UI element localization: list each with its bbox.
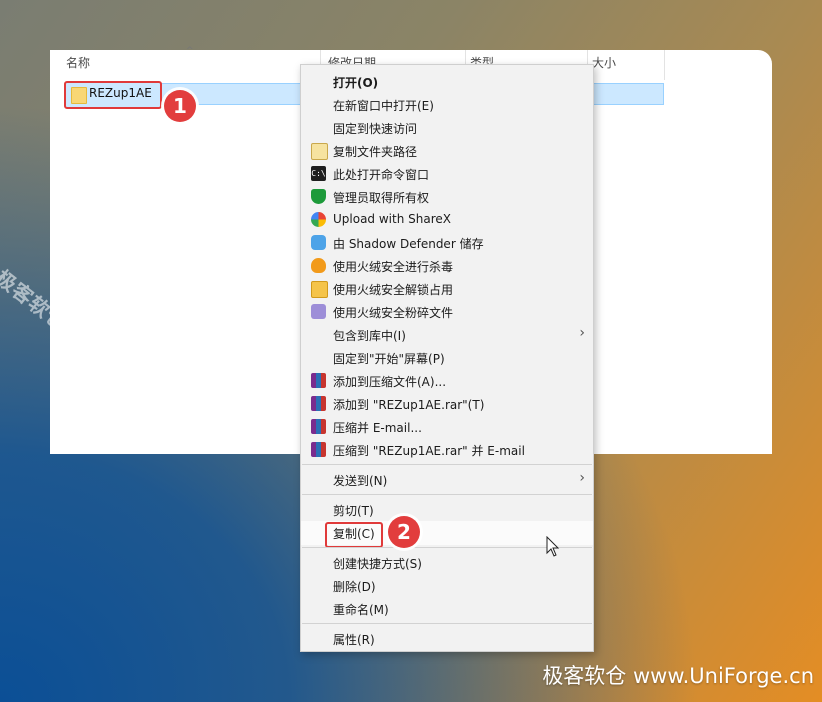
menu-item-cut[interactable]: 剪切(T) (301, 498, 593, 521)
menu-item-label: 包含到库中(I) (333, 329, 406, 343)
shield-icon (311, 189, 326, 204)
chevron-right-icon: › (579, 325, 585, 341)
menu-item-label: 压缩并 E-mail... (333, 421, 422, 435)
folder-name: REZup1AE (89, 86, 152, 100)
menu-separator (302, 464, 592, 465)
menu-separator (302, 623, 592, 624)
menu-item-label: 打开(O) (333, 76, 379, 90)
menu-item-label: 使用火绒安全粉碎文件 (333, 306, 454, 320)
menu-item-label: 使用火绒安全解锁占用 (333, 283, 454, 297)
menu-item-label: Upload with ShareX (333, 212, 451, 226)
menu-item-label: 由 Shadow Defender 储存 (333, 237, 484, 251)
menu-item-copy-path[interactable]: 复制文件夹路径 (301, 139, 593, 162)
menu-separator (302, 494, 592, 495)
menu-item-sharex[interactable]: Upload with ShareX (301, 208, 593, 231)
menu-item-label: 管理员取得所有权 (333, 191, 430, 205)
column-name[interactable]: 名称 (66, 54, 90, 71)
menu-item-label: 复制文件夹路径 (333, 145, 418, 159)
winrar-icon (311, 373, 326, 388)
menu-item-open-cmd[interactable]: C:\ 此处打开命令窗口 (301, 162, 593, 185)
menu-item-label: 属性(R) (333, 633, 375, 647)
menu-item-send-to[interactable]: 发送到(N) › (301, 468, 593, 491)
huorong-icon (311, 258, 326, 273)
menu-item-label: 压缩到 "REZup1AE.rar" 并 E-mail (333, 444, 525, 458)
menu-item-take-ownership[interactable]: 管理员取得所有权 (301, 185, 593, 208)
shadow-defender-icon (311, 235, 326, 250)
menu-item-properties[interactable]: 属性(R) (301, 627, 593, 650)
clipboard-icon (311, 143, 328, 160)
menu-item-include-library[interactable]: 包含到库中(I) › (301, 323, 593, 346)
folder-icon (71, 87, 87, 104)
menu-item-shadow-defender[interactable]: 由 Shadow Defender 储存 (301, 231, 593, 254)
menu-item-label: 剪切(T) (333, 504, 374, 518)
mouse-cursor-icon (546, 536, 560, 557)
menu-item-label: 创建快捷方式(S) (333, 557, 422, 571)
winrar-icon (311, 419, 326, 434)
winrar-icon (311, 442, 326, 457)
menu-item-huorong-shred[interactable]: 使用火绒安全粉碎文件 (301, 300, 593, 323)
context-menu: 打开(O) 在新窗口中打开(E) 固定到快速访问 复制文件夹路径 C:\ 此处打… (300, 64, 594, 652)
menu-item-delete[interactable]: 删除(D) (301, 574, 593, 597)
step-badge-2: 2 (388, 516, 420, 548)
huorong-unlock-icon (311, 281, 328, 298)
menu-item-label: 发送到(N) (333, 474, 388, 488)
menu-item-label: 在新窗口中打开(E) (333, 99, 434, 113)
menu-item-add-archive[interactable]: 添加到压缩文件(A)... (301, 369, 593, 392)
menu-item-label: 删除(D) (333, 580, 376, 594)
menu-item-label: 使用火绒安全进行杀毒 (333, 260, 454, 274)
copy-highlight-box (325, 522, 383, 548)
menu-item-pin-start[interactable]: 固定到"开始"屏幕(P) (301, 346, 593, 369)
menu-item-label: 固定到快速访问 (333, 122, 418, 136)
menu-item-pin-quick-access[interactable]: 固定到快速访问 (301, 116, 593, 139)
sharex-icon (311, 212, 326, 227)
menu-item-huorong-unlock[interactable]: 使用火绒安全解锁占用 (301, 277, 593, 300)
chevron-right-icon: › (579, 470, 585, 486)
menu-item-compress-email[interactable]: 压缩并 E-mail... (301, 415, 593, 438)
menu-item-open[interactable]: 打开(O) (301, 70, 593, 93)
menu-item-huorong-scan[interactable]: 使用火绒安全进行杀毒 (301, 254, 593, 277)
menu-item-open-new-window[interactable]: 在新窗口中打开(E) (301, 93, 593, 116)
bottom-watermark: 极客软仓 www.UniForge.cn (542, 664, 814, 688)
sort-up-icon[interactable]: ^ (186, 46, 194, 56)
cmd-icon: C:\ (311, 166, 326, 181)
menu-item-add-to-rar[interactable]: 添加到 "REZup1AE.rar"(T) (301, 392, 593, 415)
huorong-shred-icon (311, 304, 326, 319)
menu-item-rename[interactable]: 重命名(M) (301, 597, 593, 620)
menu-item-label: 此处打开命令窗口 (333, 168, 430, 182)
menu-item-label: 重命名(M) (333, 603, 389, 617)
column-size[interactable]: 大小 (592, 54, 616, 71)
menu-item-compress-rar-email[interactable]: 压缩到 "REZup1AE.rar" 并 E-mail (301, 438, 593, 461)
column-divider[interactable] (664, 50, 665, 80)
menu-item-label: 添加到压缩文件(A)... (333, 375, 447, 389)
step-badge-1: 1 (164, 90, 196, 122)
menu-item-label: 固定到"开始"屏幕(P) (333, 352, 445, 366)
winrar-icon (311, 396, 326, 411)
folder-item[interactable]: REZup1AE (64, 81, 162, 109)
menu-item-label: 添加到 "REZup1AE.rar"(T) (333, 398, 485, 412)
